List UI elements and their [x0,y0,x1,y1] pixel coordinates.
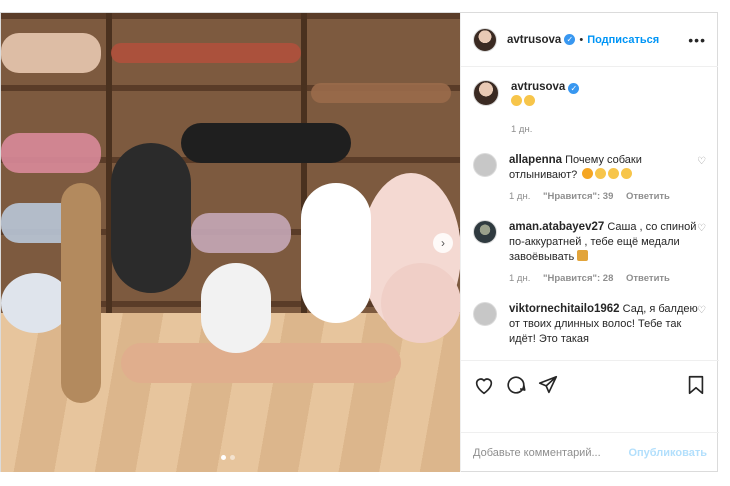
comment-likes[interactable]: "Нравится": 39 [543,191,613,202]
handstand-boy [301,183,371,323]
comment-heart-icon[interactable]: ♡ [697,224,707,234]
comment-input[interactable] [473,446,629,459]
commenter-avatar[interactable] [473,153,497,177]
comment-likes[interactable]: "Нравится": 28 [543,273,613,284]
girl-hair [61,183,101,403]
carousel-dot [230,455,235,460]
separator: • [579,33,584,46]
comment-username[interactable]: allapenna [509,154,562,166]
girl-top [111,143,191,293]
comment-item: aman.atabayev27 Саша , со спиной по-акку… [473,220,707,286]
verified-badge-icon: ✓ [568,83,580,94]
raised-legs [181,123,351,163]
add-comment-bar: Опубликовать [461,432,719,472]
girl-legs [121,343,401,383]
follow-button[interactable]: Подписаться [587,34,659,46]
commenter-avatar[interactable] [473,220,497,244]
comment-username[interactable]: aman.atabayev27 [509,221,604,233]
action-bar [461,360,719,408]
medal-emoji-icon [577,250,589,261]
heart-icon[interactable] [473,374,495,396]
carousel-next-button[interactable]: › [433,233,453,253]
comment-heart-icon[interactable]: ♡ [697,157,707,167]
caption-avatar[interactable] [473,80,499,106]
caption-time: 1 дн. [511,124,533,135]
carousel-dots [221,455,235,460]
bookmark-icon[interactable] [685,374,707,396]
post-photo[interactable]: › [1,13,460,472]
verified-badge-icon: ✓ [564,34,576,45]
post-header: avtrusova ✓ • Подписаться ••• [461,13,718,67]
commenter-avatar[interactable] [473,302,497,326]
comment-icon[interactable] [505,374,527,396]
reply-button[interactable]: Ответить [626,191,670,202]
comments-list[interactable]: avtrusova ✓ 1 дн. allapenna Почему собаки… [461,68,719,358]
carousel-dot [221,455,226,460]
caption-username[interactable]: avtrusova [511,81,565,93]
publish-button[interactable]: Опубликовать [628,447,707,459]
comment-heart-icon[interactable]: ♡ [697,306,707,316]
reply-button[interactable]: Ответить [626,273,670,284]
post-card: › avtrusova ✓ • Подписаться ••• avtrusov… [0,12,719,472]
post-side-panel: avtrusova ✓ • Подписаться ••• avtrusova ✓… [460,13,719,472]
caption: avtrusova ✓ 1 дн. [473,80,707,137]
more-options-icon[interactable]: ••• [688,32,706,48]
share-icon[interactable] [537,374,559,396]
boy-shirt [201,263,271,353]
comment-item: viktornechitailo1962 Сад, я балдею от тв… [473,302,707,347]
comment-username[interactable]: viktornechitailo1962 [509,303,620,315]
comment-time: 1 дн. [509,273,531,284]
grinning-emoji-icon [511,95,522,106]
avatar[interactable] [473,27,497,52]
laughing-emoji-icon [582,168,634,181]
flexed-biceps-emoji-icon [524,95,535,106]
comment-item: allapenna Почему собаки отлынивают? 1 дн… [473,153,707,204]
header-username[interactable]: avtrusova [507,34,561,46]
comment-time: 1 дн. [509,191,531,202]
